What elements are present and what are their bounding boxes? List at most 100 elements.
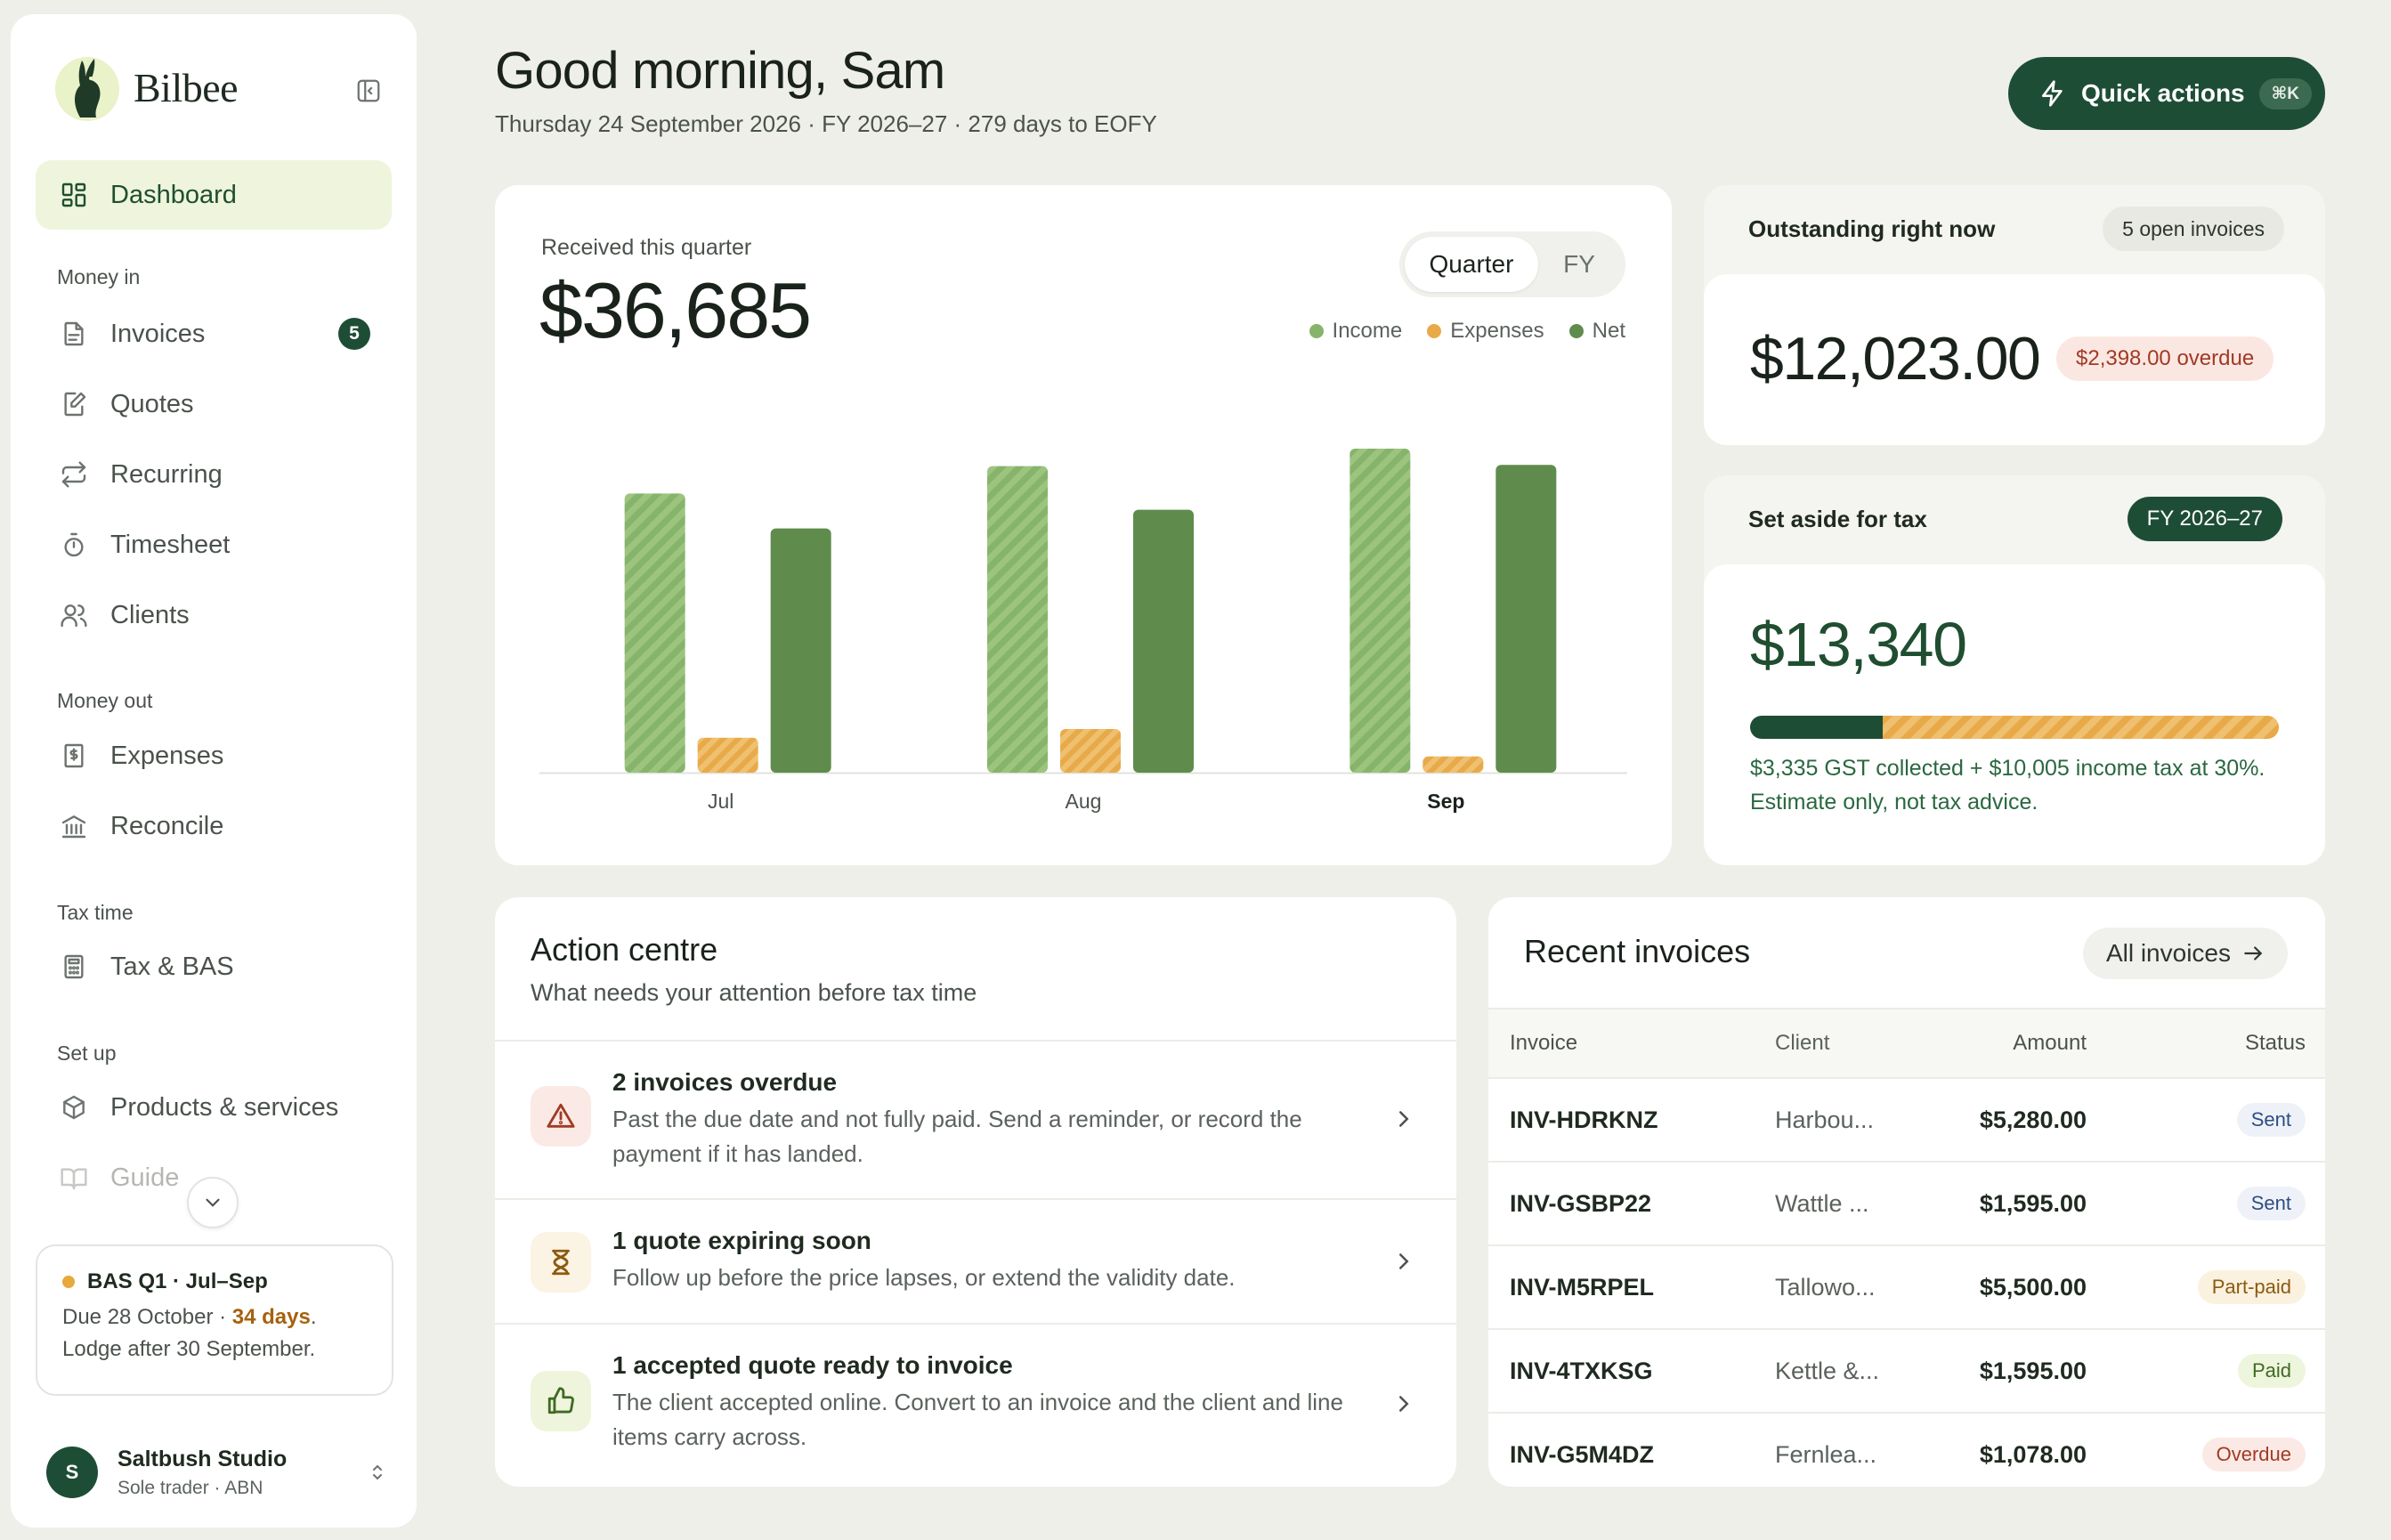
column-header-status[interactable]: Status [2245, 1009, 2306, 1077]
sidebar: Bilbee Dashboard Money in Invoices 5 Quo… [11, 14, 417, 1528]
thumbs-up-icon [531, 1371, 591, 1431]
sidebar-item-clients[interactable]: Clients [36, 580, 392, 650]
tax-amount: $13,340 [1750, 610, 1967, 679]
column-header-invoice[interactable]: Invoice [1510, 1009, 1577, 1077]
bas-due-days: 34 days [231, 1305, 311, 1329]
bar-income-jul[interactable] [624, 493, 685, 773]
chevron-right-icon [1399, 1396, 1409, 1412]
tax-set-aside-card[interactable]: Set aside for tax FY 2026–27 $13,340 $3,… [1704, 475, 2325, 865]
sidebar-item-expenses[interactable]: Expenses [36, 721, 392, 790]
sidebar-item-timesheet[interactable]: Timesheet [36, 510, 392, 580]
lightning-icon [2042, 80, 2063, 107]
account-switcher[interactable]: S Saltbush Studio Sole trader · ABN [46, 1437, 393, 1508]
table-row[interactable]: INV-GSBP22 Wattle ... $1,595.00 Sent [1488, 1163, 2325, 1246]
sidebar-item-label: Products & services [110, 1092, 339, 1122]
client-name: Kettle &... [1775, 1357, 1880, 1384]
bar-expenses-aug[interactable] [1060, 729, 1121, 773]
all-invoices-button[interactable]: All invoices [2082, 928, 2288, 979]
bas-due-line: Due 28 October · 34 days. [62, 1305, 392, 1330]
tax-note: $3,335 GST collected + $10,005 income ta… [1750, 756, 2265, 815]
sidebar-item-label: Dashboard [110, 180, 237, 209]
overdue-badge: $2,398.00 overdue [2056, 336, 2274, 381]
bas-due-suffix: . [310, 1305, 317, 1329]
invoice-amount: $5,280.00 [1979, 1106, 2087, 1133]
brand[interactable]: Bilbee [53, 52, 239, 123]
invoice-number: INV-M5RPEL [1510, 1273, 1655, 1301]
status-cell: Sent [2236, 1163, 2306, 1244]
table-row[interactable]: INV-4TXKSG Kettle &... $1,595.00 Paid [1488, 1330, 2325, 1414]
column-header-amount[interactable]: Amount [2013, 1009, 2087, 1077]
client-name: Harbou... [1775, 1106, 1875, 1133]
avatar: S [46, 1447, 98, 1498]
invoice-number: INV-HDRKNZ [1510, 1106, 1658, 1133]
quick-actions-button[interactable]: Quick actions ⌘K [2008, 57, 2325, 130]
action-item-overdue[interactable]: 2 invoices overdue Past the due date and… [495, 1040, 1456, 1198]
status-cell: Sent [2236, 1079, 2306, 1161]
recent-invoices-title: Recent invoices [1524, 933, 1751, 969]
action-item-quote-expiring[interactable]: 1 quote expiring soon Follow up before t… [495, 1198, 1456, 1323]
client-name: Tallowo... [1775, 1273, 1876, 1301]
invoice-amount: $5,500.00 [1979, 1273, 2087, 1301]
sidebar-item-label: Expenses [110, 741, 224, 770]
action-centre-card: Action centre What needs your attention … [495, 897, 1456, 1487]
bas-reminder-card[interactable]: BAS Q1 · Jul–Sep Due 28 October · 34 day… [36, 1244, 393, 1396]
tax-title: Set aside for tax [1748, 506, 1927, 532]
sidebar-item-label: Invoices [110, 319, 206, 348]
invoice-number: INV-G5M4DZ [1510, 1440, 1655, 1468]
bar-net-sep[interactable] [1495, 465, 1557, 773]
all-invoices-label: All invoices [2105, 939, 2231, 967]
sidebar-item-invoices[interactable]: Invoices 5 [36, 299, 392, 369]
arrow-right-icon [2244, 946, 2263, 960]
sidebar-item-reconcile[interactable]: Reconcile [36, 791, 392, 861]
action-description: Follow up before the price lapses, or ex… [612, 1264, 1236, 1291]
section-set-up: Set up [57, 1042, 117, 1065]
status-dot [62, 1276, 75, 1288]
account-name: Saltbush Studio [118, 1446, 288, 1471]
action-item-accepted-quote[interactable]: 1 accepted quote ready to invoice The cl… [495, 1323, 1456, 1487]
sidebar-item-products[interactable]: Products & services [36, 1073, 392, 1142]
package-icon [59, 1092, 89, 1123]
action-title: 1 accepted quote ready to invoice [612, 1351, 1013, 1379]
outstanding-title: Outstanding right now [1748, 215, 1996, 242]
column-header-client[interactable]: Client [1775, 1009, 1829, 1077]
bar-expenses-jul[interactable] [697, 737, 758, 773]
receipt-dollar-icon [59, 741, 89, 771]
sidebar-item-recurring[interactable]: Recurring [36, 440, 392, 509]
sidebar-item-quotes[interactable]: Quotes [36, 369, 392, 439]
bar-income-sep[interactable] [1349, 449, 1411, 773]
table-row[interactable]: INV-M5RPEL Tallowo... $5,500.00 Part-paid [1488, 1246, 2325, 1330]
bas-title: BAS Q1 · Jul–Sep [62, 1269, 392, 1294]
outstanding-card[interactable]: Outstanding right now 5 open invoices $1… [1704, 185, 2325, 445]
table-row[interactable]: INV-HDRKNZ Harbou... $5,280.00 Sent [1488, 1079, 2325, 1163]
bar-expenses-sep[interactable] [1422, 756, 1484, 773]
account-subtitle: Sole trader · ABN [118, 1477, 263, 1498]
sidebar-item-label: Quotes [110, 389, 194, 418]
chevron-right-icon [1399, 1253, 1409, 1269]
client-name: Fernlea... [1775, 1440, 1877, 1468]
invoice-amount: $1,595.00 [1979, 1189, 2087, 1217]
invoice-amount: $1,078.00 [1979, 1440, 2087, 1468]
sidebar-item-label: Recurring [110, 459, 223, 489]
status-badge: Part-paid [2197, 1270, 2306, 1304]
chevron-up-down-icon [361, 1456, 393, 1488]
status-cell: Paid [2237, 1330, 2306, 1412]
income-chart-card: Received this quarter $36,685 Quarter FY… [495, 185, 1672, 865]
tax-body: $13,340 $3,335 GST collected + $10,005 i… [1704, 564, 2325, 865]
tax-progress-bar [1750, 716, 2279, 739]
date-subtitle: Thursday 24 September 2026 · FY 2026–27 … [495, 110, 1157, 137]
bar-net-aug[interactable] [1133, 509, 1194, 773]
status-cell: Overdue [2201, 1414, 2306, 1487]
sidebar-item-dashboard[interactable]: Dashboard [36, 160, 392, 230]
invoice-number: INV-4TXKSG [1510, 1357, 1653, 1384]
section-money-out: Money out [57, 689, 153, 712]
status-cell: Part-paid [2197, 1246, 2306, 1328]
sidebar-item-tax-bas[interactable]: Tax & BAS [36, 932, 392, 1001]
bar-net-jul[interactable] [770, 528, 831, 773]
client-name: Wattle ... [1775, 1189, 1869, 1217]
collapse-sidebar-icon[interactable] [349, 71, 388, 110]
scroll-down-chevron-icon[interactable] [187, 1177, 239, 1228]
bar-income-aug[interactable] [987, 466, 1048, 773]
table-row[interactable]: INV-G5M4DZ Fernlea... $1,078.00 Overdue [1488, 1414, 2325, 1487]
keyboard-shortcut: ⌘K [2258, 77, 2312, 109]
sidebar-item-label: Clients [110, 600, 190, 629]
